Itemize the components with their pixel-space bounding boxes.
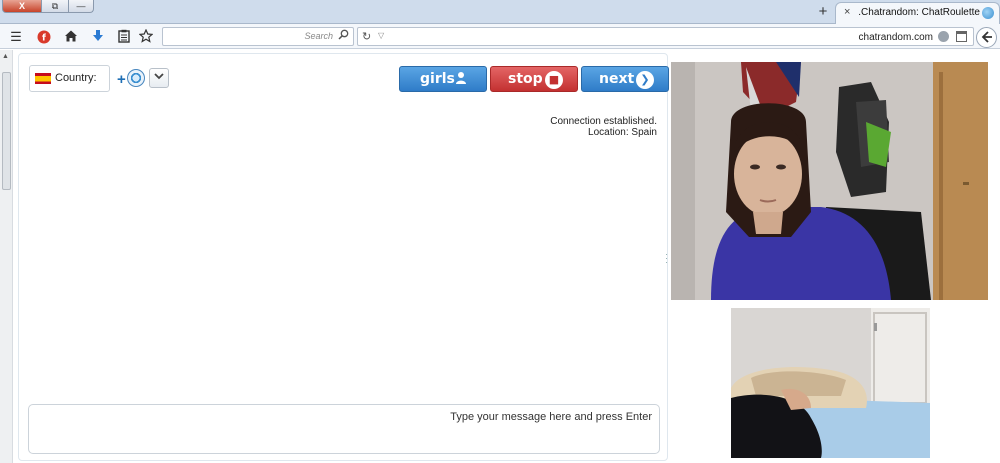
window-minimize-button[interactable]: —	[68, 0, 94, 13]
webcam-icon	[127, 69, 145, 87]
girl-icon	[452, 71, 470, 89]
navigation-bar: ☰ f Search ↻ ▽ chatrandom.com	[0, 24, 1000, 49]
status-location: Location: Spain	[588, 127, 657, 138]
download-icon[interactable]	[90, 29, 106, 45]
girls-button[interactable]: girls	[399, 66, 487, 92]
reading-list-icon[interactable]	[116, 29, 132, 45]
add-icon: +	[117, 71, 126, 88]
stop-icon: ■	[545, 71, 563, 89]
tab-chatrandom[interactable]: × Chatrandom: ChatRoulette...	[835, 2, 1000, 24]
url-bar[interactable]: ↻ ▽ chatrandom.com	[357, 27, 974, 46]
stop-button[interactable]: stop ■	[490, 66, 578, 92]
search-input[interactable]: Search	[162, 27, 354, 46]
search-icon[interactable]	[338, 29, 349, 43]
url-dropdown-icon[interactable]: ▽	[378, 31, 384, 40]
page-content: Country: + girls stop ■ next ❯ Connectio…	[14, 50, 1000, 463]
reload-icon[interactable]: ↻	[362, 30, 371, 43]
search-placeholder: Search	[304, 31, 333, 41]
scroll-up-arrow-icon[interactable]: ▲	[2, 53, 9, 60]
country-label: Country:	[55, 72, 97, 84]
tab-close-icon[interactable]: ×	[844, 6, 850, 18]
home-icon[interactable]	[63, 29, 79, 45]
back-arrow-icon[interactable]	[976, 27, 997, 48]
stop-button-label: stop	[508, 71, 543, 87]
browser-window: X ⧉ — + × Chatrandom: ChatRoulette... ☰ …	[0, 0, 1000, 463]
arrow-right-icon: ❯	[636, 71, 654, 89]
menu-icon[interactable]: ☰	[8, 29, 24, 45]
url-text[interactable]: chatrandom.com	[859, 32, 933, 43]
country-selector[interactable]: Country:	[29, 65, 110, 92]
chat-panel: Country: + girls stop ■ next ❯ Connectio…	[18, 53, 669, 461]
tab-bar: X ⧉ — + × Chatrandom: ChatRoulette...	[0, 0, 1000, 24]
calendar-icon[interactable]	[956, 31, 967, 42]
message-input[interactable]: Type your message here and press Enter	[28, 404, 660, 454]
window-close-button[interactable]: X	[2, 0, 42, 13]
flash-icon[interactable]: f	[36, 29, 52, 45]
chat-status: Connection established. Location: Spain	[550, 116, 657, 138]
spain-flag-icon	[35, 73, 51, 84]
bookmark-star-icon[interactable]	[138, 28, 154, 45]
webcam-selector[interactable]: +	[117, 68, 153, 90]
new-tab-button[interactable]: +	[814, 3, 832, 21]
message-placeholder: Type your message here and press Enter	[450, 411, 652, 423]
scroll-thumb[interactable]	[2, 72, 11, 190]
status-connection: Connection established.	[550, 116, 657, 127]
next-button[interactable]: next ❯	[581, 66, 669, 92]
girls-button-label: girls	[420, 71, 455, 87]
window-controls: X ⧉ —	[2, 0, 94, 13]
vertical-resize-handle[interactable]: · · ·	[665, 250, 669, 267]
next-button-label: next	[599, 71, 635, 87]
tab-title: Chatrandom: ChatRoulette...	[858, 7, 980, 18]
chevron-down-icon[interactable]	[149, 68, 169, 88]
self-video	[731, 308, 930, 458]
page-scrollbar[interactable]: ▲	[0, 50, 13, 463]
remote-video	[671, 62, 988, 300]
window-maximize-button[interactable]: ⧉	[42, 0, 68, 13]
chatrandom-favicon-icon	[982, 7, 994, 19]
svg-text:f: f	[42, 34, 46, 44]
globe-icon	[938, 31, 949, 42]
